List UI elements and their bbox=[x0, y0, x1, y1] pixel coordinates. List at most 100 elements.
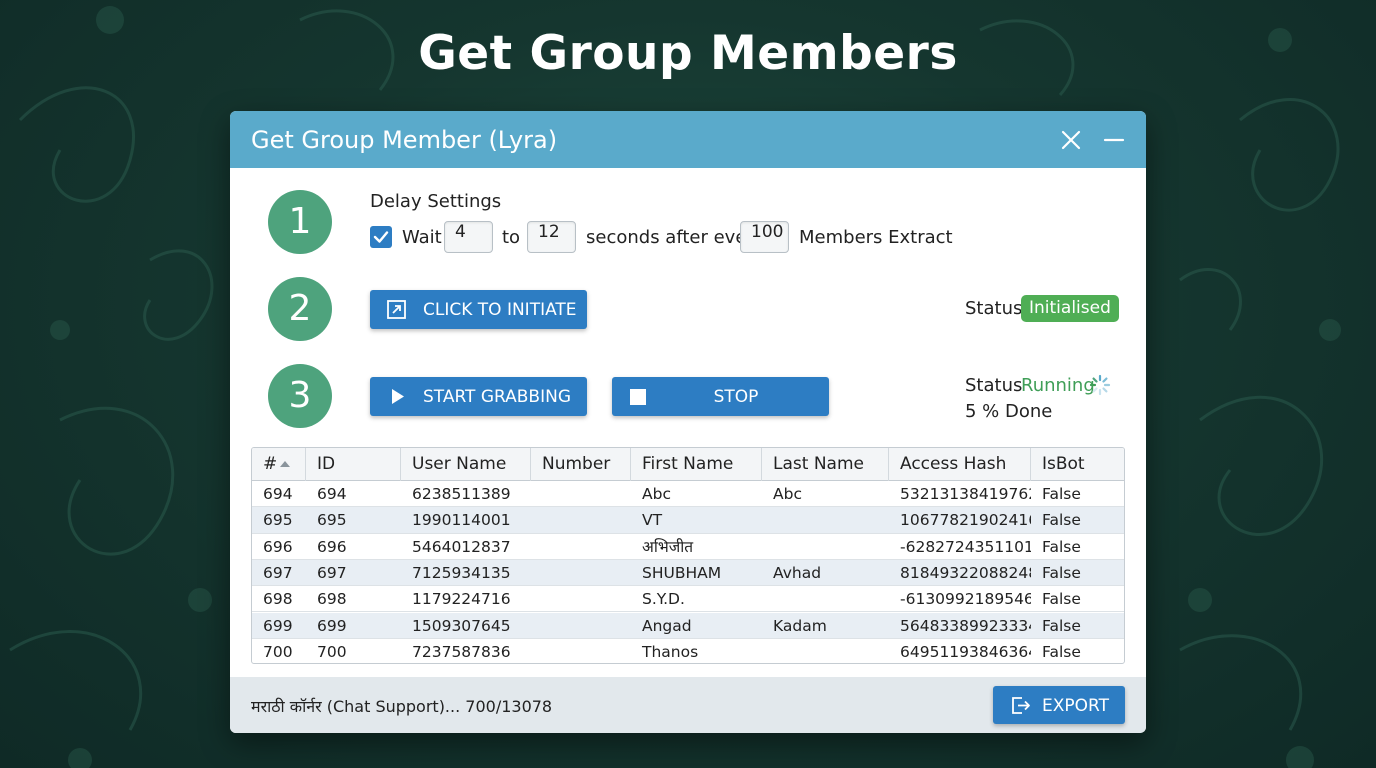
column-header-last-name[interactable]: Last Name bbox=[762, 448, 889, 481]
cell-index: 698 bbox=[263, 590, 293, 609]
column-header-isbot[interactable]: IsBot bbox=[1031, 448, 1124, 481]
page-heading: Get Group Members bbox=[418, 26, 958, 81]
initiate-status-badge: Initialised bbox=[1021, 295, 1119, 322]
cell-first-name: Abc bbox=[642, 485, 671, 503]
cell-access-hash: 56483389923334… bbox=[900, 616, 1031, 635]
cell-isbot: False bbox=[1042, 485, 1081, 503]
cell-number bbox=[531, 613, 631, 639]
cell-access-hash: 10677821902416… bbox=[900, 511, 1031, 530]
cell-last-name bbox=[762, 507, 889, 533]
cell-last-name: Kadam bbox=[773, 616, 827, 635]
column-header-username[interactable]: User Name bbox=[401, 448, 531, 481]
window-titlebar: Get Group Member (Lyra) bbox=[230, 111, 1146, 168]
app-window: Get Group Member (Lyra) 1 Delay Settings… bbox=[230, 111, 1146, 733]
column-header-id[interactable]: ID bbox=[306, 448, 401, 481]
cell-access-hash: 81849322088248… bbox=[900, 563, 1031, 582]
table-row[interactable]: 700 700 7237587836 Thanos 64951193846364… Fal… bbox=[252, 639, 1124, 663]
table-row[interactable]: 694 694 6238511389 Abc Abc 53213138419762… Fal… bbox=[252, 481, 1124, 508]
run-status-value: Running bbox=[1021, 375, 1095, 396]
cell-access-hash: 53213138419762… bbox=[900, 485, 1031, 503]
column-header-access-hash[interactable]: Access Hash bbox=[889, 448, 1031, 481]
wait-label: Wait bbox=[402, 227, 442, 248]
cell-number bbox=[531, 507, 631, 533]
cell-id: 696 bbox=[317, 537, 347, 556]
cell-index: 697 bbox=[263, 563, 293, 582]
step-2-badge: 2 bbox=[268, 277, 332, 341]
table-row[interactable]: 696 696 5464012837 अभिजीत -6282724351101… Fal… bbox=[252, 534, 1124, 560]
seconds-after-label: seconds after every bbox=[586, 227, 765, 248]
spinner-icon bbox=[1089, 374, 1111, 396]
cell-id: 697 bbox=[317, 563, 347, 582]
cell-isbot: False bbox=[1042, 590, 1081, 609]
cell-first-name: Angad bbox=[642, 616, 692, 635]
minimize-icon bbox=[1103, 138, 1125, 142]
cell-first-name: VT bbox=[642, 511, 663, 530]
table-row[interactable]: 695 695 1990114001 VT 10677821902416… False bbox=[252, 507, 1124, 534]
click-to-initiate-button[interactable]: CLICK TO INITIATE bbox=[370, 290, 587, 329]
max-delay-input[interactable]: 12 bbox=[527, 221, 576, 253]
cell-username: 5464012837 bbox=[412, 537, 511, 556]
start-grabbing-label: START GRABBING bbox=[423, 387, 572, 407]
sort-ascending-icon bbox=[280, 461, 290, 467]
play-icon bbox=[392, 389, 404, 404]
cell-first-name: SHUBHAM bbox=[642, 563, 722, 582]
wait-checkbox[interactable] bbox=[370, 226, 392, 248]
cell-id: 699 bbox=[317, 616, 347, 635]
group-progress-text: मराठी कॉर्नर (Chat Support)... 700/13078 bbox=[251, 697, 553, 716]
column-header-first-name[interactable]: First Name bbox=[631, 448, 762, 481]
cell-username: 1990114001 bbox=[412, 511, 511, 530]
members-extract-label: Members Extract bbox=[799, 227, 953, 248]
cell-index: 700 bbox=[263, 642, 293, 661]
cell-number bbox=[531, 481, 631, 507]
close-icon bbox=[1061, 130, 1081, 150]
start-grabbing-button[interactable]: START GRABBING bbox=[370, 377, 587, 416]
cell-username: 6238511389 bbox=[412, 485, 511, 503]
cell-index: 695 bbox=[263, 511, 293, 530]
close-button[interactable] bbox=[1059, 128, 1083, 152]
step-1-badge: 1 bbox=[268, 190, 332, 254]
progress-text: 5 % Done bbox=[965, 401, 1053, 422]
cell-id: 695 bbox=[317, 511, 347, 530]
table-header: # ID User Name Number First Name Last Na… bbox=[252, 448, 1124, 481]
cell-access-hash: 64951193846364… bbox=[900, 642, 1031, 661]
cell-last-name bbox=[762, 534, 889, 560]
table-row[interactable]: 697 697 7125934135 SHUBHAM Avhad 818493220882… bbox=[252, 559, 1124, 587]
export-icon bbox=[1012, 697, 1030, 714]
cell-access-hash: -6282724351101… bbox=[900, 537, 1031, 556]
footer-bar: मराठी कॉर्नर (Chat Support)... 700/13078… bbox=[230, 677, 1146, 733]
cell-last-name: Avhad bbox=[773, 563, 822, 582]
export-button[interactable]: EXPORT bbox=[993, 686, 1125, 724]
cell-index: 699 bbox=[263, 616, 293, 635]
external-link-icon bbox=[387, 300, 406, 319]
initiate-status-label: Status bbox=[965, 298, 1023, 319]
cell-first-name: S.Y.D. bbox=[642, 590, 685, 609]
cell-index: 696 bbox=[263, 537, 293, 556]
cell-username: 1179224716 bbox=[412, 590, 511, 609]
table-row[interactable]: 698 698 1179224716 S.Y.D. -6130992189546… Fal… bbox=[252, 586, 1124, 613]
delay-settings-heading: Delay Settings bbox=[370, 191, 502, 212]
column-header-number[interactable]: Number bbox=[531, 448, 631, 481]
min-delay-input[interactable]: 4 bbox=[444, 221, 493, 253]
cell-index: 694 bbox=[263, 485, 293, 503]
cell-username: 1509307645 bbox=[412, 616, 511, 635]
cell-isbot: False bbox=[1042, 511, 1081, 530]
table-row[interactable]: 699 699 1509307645 Angad Kadam 56483389923334… bbox=[252, 612, 1124, 639]
checkmark-icon bbox=[373, 231, 389, 243]
stop-button[interactable]: STOP bbox=[612, 377, 829, 416]
cell-isbot: False bbox=[1042, 642, 1081, 661]
run-status-label: Status bbox=[965, 375, 1023, 396]
cell-id: 700 bbox=[317, 642, 347, 661]
export-label: EXPORT bbox=[1042, 696, 1109, 716]
initiate-label: CLICK TO INITIATE bbox=[423, 300, 577, 320]
window-title: Get Group Member (Lyra) bbox=[251, 126, 558, 154]
cell-username: 7237587836 bbox=[412, 642, 511, 661]
column-header-index[interactable]: # bbox=[252, 448, 306, 481]
cell-number bbox=[531, 639, 631, 663]
minimize-button[interactable] bbox=[1102, 128, 1126, 152]
cell-number bbox=[531, 560, 631, 586]
members-table: # ID User Name Number First Name Last Na… bbox=[251, 447, 1125, 664]
cell-number bbox=[531, 586, 631, 612]
batch-size-input[interactable]: 100 bbox=[740, 221, 789, 253]
cell-access-hash: -6130992189546… bbox=[900, 590, 1031, 609]
cell-first-name: Thanos bbox=[642, 642, 699, 661]
